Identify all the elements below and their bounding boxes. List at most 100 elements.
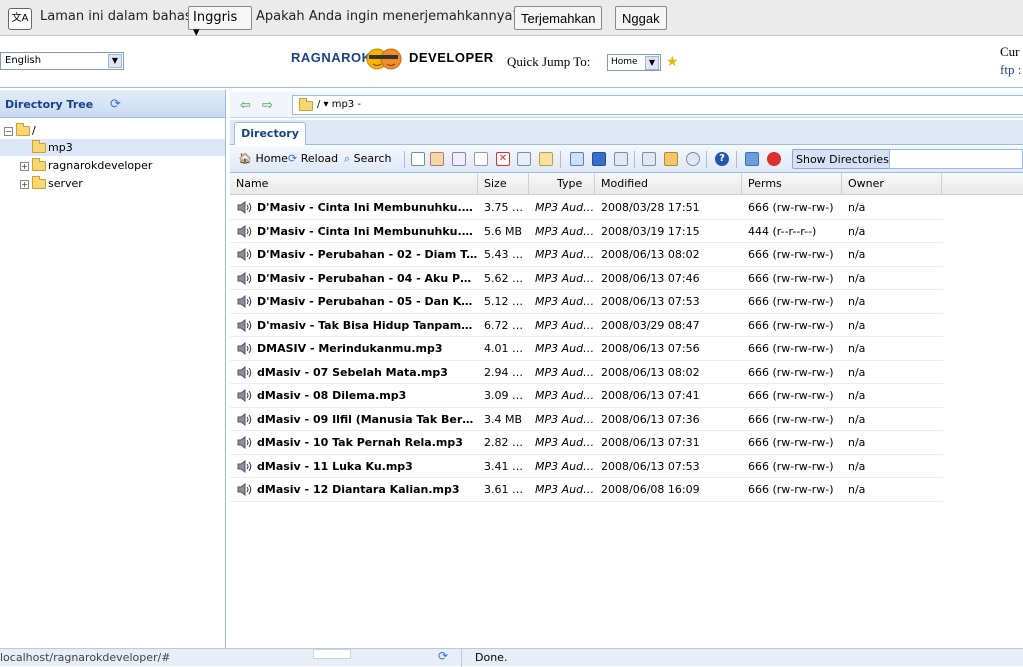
cell-size: 3.75 MB (484, 201, 529, 214)
cell-type: MP3 Audi... (535, 483, 595, 496)
view-thumbs-icon[interactable] (592, 152, 606, 166)
page-input[interactable] (313, 649, 351, 659)
file-row[interactable]: D'masiv - Tak Bisa Hidup Tanpamu.mp3 6.72… (230, 314, 943, 337)
file-row[interactable]: D'Masiv - Cinta Ini Membunuhku.mp3 3.75 M… (230, 196, 943, 220)
sync-icon[interactable] (686, 152, 700, 166)
status-bar: localhost/ragnarokdeveloper/# ⟳ Done. (0, 648, 1023, 667)
cell-type: MP3 Audi... (535, 271, 595, 285)
file-row[interactable]: dMasiv - 11 Luka Ku.mp3 3.41 MB MP3 Audi..… (230, 455, 943, 478)
cell-modified: 2008/03/19 17:15 (601, 224, 700, 238)
file-row[interactable]: dMasiv - 12 Diantara Kalian.mp3 3.61 MB MP… (230, 478, 943, 502)
rename-icon[interactable] (517, 152, 531, 166)
column-size[interactable]: Size (478, 173, 529, 195)
paste-icon[interactable] (474, 152, 488, 166)
directory-tree-panel: Directory Tree ⟳ − / mp3 + ragnarokdevelop… (0, 90, 226, 650)
file-row[interactable]: dMasiv - 07 Sebelah Mata.mp3 2.94 MB MP3 A… (230, 361, 943, 384)
new-file-icon[interactable] (411, 152, 425, 166)
cell-name: D'Masiv - Perubahan - 02 - Diam Tanpa ..… (257, 248, 478, 261)
cell-modified: 2008/06/13 07:53 (601, 459, 700, 473)
cell-type: MP3 Audi... (535, 248, 595, 261)
cell-type: MP3 Audi... (535, 224, 595, 238)
tab-directory[interactable]: Directory (234, 122, 306, 145)
main-panel: ⇦ ⇨ / ▾ mp3 - Directory 🏠︎ Home ⟳ Reload… (230, 90, 1023, 650)
path-box[interactable]: / ▾ mp3 - (292, 95, 1023, 115)
translate-question: Apakah Anda ingin menerjemahkannya? (256, 9, 520, 24)
expand-icon[interactable]: + (20, 179, 29, 189)
mascot-logo-icon (366, 48, 402, 70)
cell-name: D'Masiv - Perubahan - 04 - Aku Percay... (257, 271, 478, 285)
cell-type: MP3 Audi... (535, 365, 595, 379)
cell-modified: 2008/06/13 07:53 (601, 295, 700, 308)
cell-perms: 666 (rw-rw-rw-) (748, 201, 834, 214)
help-icon[interactable]: ? (715, 152, 729, 166)
tree-node-label: ragnarokdeveloper (48, 159, 153, 172)
cell-modified: 2008/06/13 07:56 (601, 342, 700, 355)
translate-language-select[interactable]: Inggris ▾ (188, 6, 252, 40)
cell-name: D'Masiv - Cinta Ini Membunuhku.mp3.... (257, 224, 478, 238)
quick-jump-select[interactable]: Home ▼ (607, 54, 661, 71)
logout-icon[interactable] (767, 152, 781, 166)
upload-icon[interactable] (642, 152, 656, 166)
cell-name: dMasiv - 09 Ilfil (Manusia Tak Berharga.… (257, 412, 478, 426)
tree-node-root[interactable]: − / (4, 122, 224, 139)
edit-file-icon[interactable] (430, 152, 444, 166)
filter-input[interactable] (889, 149, 1023, 169)
header-right-link[interactable]: ftp : (1000, 62, 1021, 78)
path-current[interactable]: mp3 - (332, 99, 361, 110)
file-row[interactable]: dMasiv - 10 Tak Pernah Rela.mp3 2.82 MB MP… (230, 431, 943, 455)
logo-left: RAGNAROK (291, 50, 372, 65)
cell-owner: n/a (848, 224, 866, 238)
cell-perms: 666 (rw-rw-rw-) (748, 248, 834, 261)
language-select[interactable]: English ▼ (0, 52, 124, 70)
cell-name: dMasiv - 12 Diantara Kalian.mp3 (257, 483, 460, 496)
cell-size: 3.61 MB (484, 483, 529, 496)
dismiss-translate-button[interactable]: Nggak (615, 6, 667, 30)
forward-arrow-icon[interactable]: ⇨ (262, 98, 273, 113)
file-row[interactable]: dMasiv - 08 Dilema.mp3 3.09 MB MP3 Audi...… (230, 384, 943, 408)
collapse-icon[interactable]: − (4, 126, 13, 136)
package-icon[interactable] (664, 152, 678, 166)
quick-jump-label: Quick Jump To: (507, 54, 591, 69)
favorite-star-icon[interactable]: ★ (666, 54, 679, 70)
tree-node-server[interactable]: + server (20, 175, 220, 192)
file-row[interactable]: D'Masiv - Perubahan - 04 - Aku Percay...… (230, 267, 943, 290)
home-button[interactable]: 🏠︎ Home (238, 152, 288, 165)
folder-icon (299, 98, 313, 111)
cell-owner: n/a (848, 459, 866, 473)
file-row[interactable]: DMASIV - Merindukanmu.mp3 4.01 MB MP3 Audi… (230, 337, 943, 361)
column-perms[interactable]: Perms (742, 173, 842, 195)
cell-name: dMasiv - 11 Luka Ku.mp3 (257, 459, 413, 473)
cell-owner: n/a (848, 318, 866, 332)
file-row[interactable]: D'Masiv - Cinta Ini Membunuhku.mp3.... 5.… (230, 220, 943, 243)
delete-icon[interactable]: ✕ (496, 152, 510, 166)
expand-icon[interactable]: + (20, 161, 29, 171)
column-type[interactable]: Type (529, 173, 595, 195)
back-arrow-icon[interactable]: ⇦ (240, 98, 251, 113)
refresh-tree-icon[interactable]: ⟳ (110, 98, 124, 112)
translate-button[interactable]: Terjemahkan (514, 6, 603, 30)
cell-type: MP3 Audi... (535, 436, 595, 449)
tree-node-ragnarokdeveloper[interactable]: + ragnarokdeveloper (20, 157, 220, 174)
file-row[interactable]: D'Masiv - Perubahan - 02 - Diam Tanpa ..… (230, 243, 943, 267)
users-icon[interactable] (745, 152, 759, 166)
refresh-icon[interactable]: ⟳ (438, 649, 448, 663)
cell-size: 6.72 MB (484, 318, 529, 332)
path-root[interactable]: / ▾ (317, 99, 329, 110)
search-button[interactable]: ⌕ Search (344, 152, 391, 166)
show-directories-button[interactable]: Show Directories (792, 149, 893, 169)
column-modified[interactable]: Modified (595, 173, 742, 195)
copy-icon[interactable] (452, 152, 466, 166)
column-name[interactable]: Name (230, 173, 478, 195)
cell-owner: n/a (848, 412, 866, 426)
download-icon[interactable] (614, 152, 628, 166)
grid-header: Name Size Type Modified Perms Owner (230, 173, 1023, 195)
tree-node-mp3[interactable]: mp3 (0, 139, 225, 156)
view-details-icon[interactable] (570, 152, 584, 166)
archive-icon[interactable] (539, 152, 553, 166)
reload-button[interactable]: ⟳ Reload (288, 152, 338, 165)
file-row[interactable]: D'Masiv - Perubahan - 05 - Dan Kamu.... 5… (230, 290, 943, 314)
column-owner[interactable]: Owner (842, 173, 942, 195)
file-row[interactable]: dMasiv - 09 Ilfil (Manusia Tak Berharga.… (230, 408, 943, 431)
cell-size: 5.6 MB (484, 224, 523, 238)
cell-modified: 2008/06/13 07:46 (601, 271, 700, 285)
